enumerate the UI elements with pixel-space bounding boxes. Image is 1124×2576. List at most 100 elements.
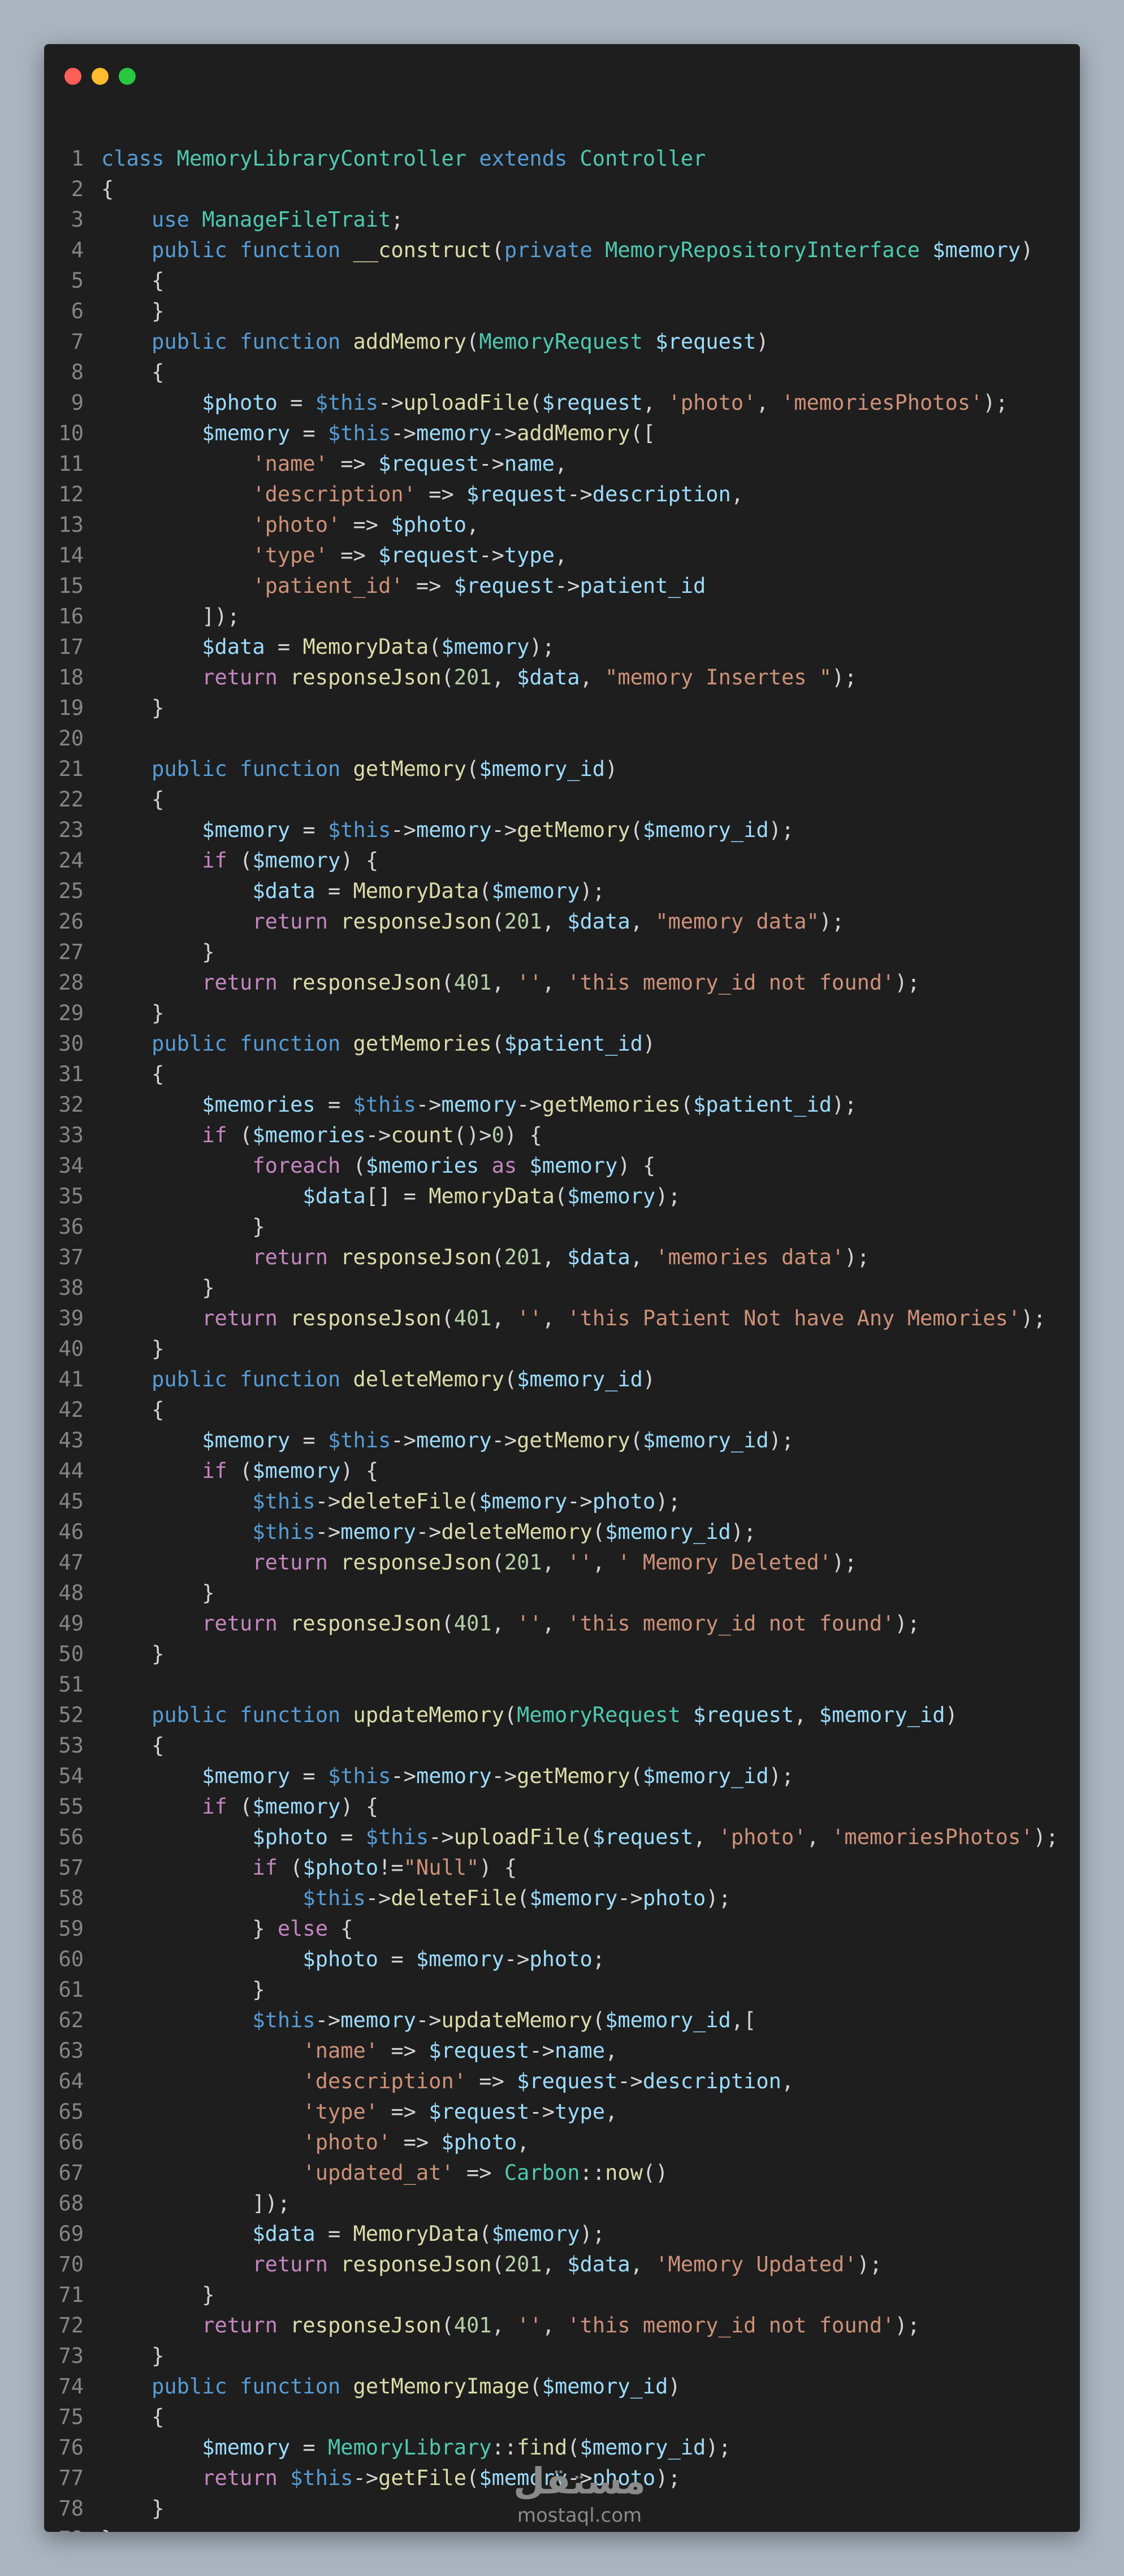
code-token: $memory_id xyxy=(642,818,769,842)
code-token: uploadFile xyxy=(453,1825,580,1849)
code-token: getFile xyxy=(378,2466,467,2490)
code-token: 201 xyxy=(504,1550,542,1575)
code-token: ( xyxy=(466,329,479,354)
code-token: $data xyxy=(567,1245,630,1269)
line-number: 65 xyxy=(58,2100,84,2124)
code-token: $this xyxy=(327,818,391,842)
code-line: 42 { xyxy=(44,1395,1080,1425)
code-text: public function addMemory(MemoryRequest … xyxy=(101,327,769,357)
code-token: -> xyxy=(491,421,517,445)
code-token: updateMemory xyxy=(353,1703,504,1727)
code-token: , xyxy=(642,391,668,415)
code-token: ( xyxy=(554,1184,568,1208)
code-token: function xyxy=(240,1367,341,1391)
code-token: count xyxy=(391,1123,454,1147)
code-token: memory xyxy=(340,2008,416,2032)
code-token: ( xyxy=(466,2466,479,2490)
code-token: $this xyxy=(252,1520,315,1544)
code-token: ); xyxy=(768,1764,794,1788)
code-token: memory xyxy=(416,1764,492,1788)
code-token: responseJson xyxy=(290,1306,442,1330)
code-text: return responseJson(401, '', 'this memor… xyxy=(101,968,920,998)
code-text: $memory = MemoryLibrary::find($memory_id… xyxy=(101,2432,731,2463)
code-token: -> xyxy=(391,818,416,842)
code-token: ) { xyxy=(479,1855,517,1880)
code-token: ( xyxy=(630,1764,643,1788)
code-token: 'memoriesPhotos' xyxy=(781,391,983,415)
code-token: { xyxy=(327,1916,353,1941)
code-token: ) { xyxy=(340,1459,379,1483)
line-number: 2 xyxy=(71,177,84,201)
code-token: ]); xyxy=(101,604,240,628)
line-number: 62 xyxy=(58,2008,84,2032)
code-line: 16 ]); xyxy=(44,601,1080,632)
line-number: 20 xyxy=(58,726,84,751)
code-token: ); xyxy=(706,2435,731,2460)
code-token: { xyxy=(101,177,114,201)
code-text: if ($memory) { xyxy=(101,1456,378,1486)
code-token: use xyxy=(152,207,189,232)
code-token: ( xyxy=(491,1245,504,1269)
code-token: , xyxy=(542,2252,568,2276)
line-number: 56 xyxy=(58,1825,84,1849)
code-line: 54 $memory = $this->memory->getMemory($m… xyxy=(44,1761,1080,1792)
code-token: $request xyxy=(655,329,756,354)
line-number: 29 xyxy=(58,1001,84,1025)
code-token: , xyxy=(580,665,606,689)
code-token: ( xyxy=(227,1459,253,1483)
code-token: $memory xyxy=(202,2435,291,2460)
code-text: } xyxy=(101,1212,265,1242)
line-number: 28 xyxy=(58,970,84,995)
code-token: if xyxy=(202,848,227,873)
line-number: 53 xyxy=(58,1733,84,1758)
code-text: { xyxy=(101,2402,164,2432)
code-token: -> xyxy=(391,421,416,445)
code-token: $memory xyxy=(491,879,580,903)
code-token: public xyxy=(152,1703,227,1727)
code-token: MemoryData xyxy=(302,635,429,659)
code-token: , xyxy=(542,1611,568,1636)
line-number: 45 xyxy=(58,1489,84,1513)
code-token: patient_id xyxy=(580,574,706,598)
code-token: $data xyxy=(252,879,315,903)
code-token: } xyxy=(101,299,165,323)
zoom-dot[interactable] xyxy=(119,68,136,85)
line-number: 26 xyxy=(58,909,84,934)
code-token: responseJson xyxy=(290,665,442,689)
code-token: 'memories data' xyxy=(655,1245,845,1269)
code-line: 73 } xyxy=(44,2341,1080,2371)
code-token: getMemories xyxy=(353,1031,492,1056)
code-token: ); xyxy=(768,1428,794,1452)
code-token: $data xyxy=(202,635,265,659)
code-line: 66 'photo' => $photo, xyxy=(44,2127,1080,2158)
code-token: => xyxy=(327,452,379,476)
code-token: 'this Patient Not have Any Memories' xyxy=(567,1306,1021,1330)
code-token: $request xyxy=(429,2039,530,2063)
code-token: Carbon xyxy=(504,2161,580,2185)
line-number: 73 xyxy=(58,2344,84,2368)
close-dot[interactable] xyxy=(64,68,81,85)
code-line: 7 public function addMemory(MemoryReques… xyxy=(44,327,1080,357)
code-token: getMemory xyxy=(517,1764,630,1788)
code-token: 'name' xyxy=(252,452,328,476)
window-titlebar xyxy=(44,44,1080,106)
code-token: responseJson xyxy=(340,2252,492,2276)
line-number: 25 xyxy=(58,879,84,903)
code-line: 47 return responseJson(201, '', ' Memory… xyxy=(44,1547,1080,1578)
code-token: -> xyxy=(491,1764,517,1788)
code-line: 26 return responseJson(201, $data, "memo… xyxy=(44,907,1080,937)
code-token: MemoryLibrary xyxy=(327,2435,492,2460)
minimize-dot[interactable] xyxy=(92,68,109,85)
code-token: public xyxy=(152,1367,227,1391)
